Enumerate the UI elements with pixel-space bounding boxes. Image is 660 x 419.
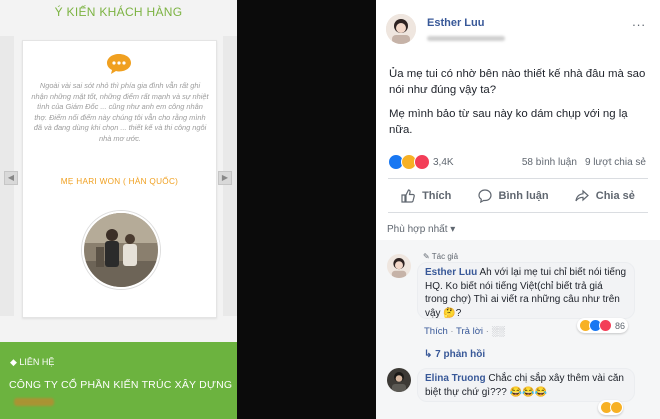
comment-actions: Thích · Trả lời · ░░ [424, 326, 505, 337]
love-reaction-icon [599, 319, 612, 332]
post-options-button[interactable]: ... [632, 14, 646, 29]
shares-count[interactable]: 9 lượt chia sẻ [585, 157, 646, 168]
post-author-avatar[interactable] [386, 14, 416, 44]
carousel-prev-button[interactable]: ◀ [4, 171, 18, 185]
comment-author[interactable]: Esther Luu [425, 267, 477, 278]
website-screenshot: Ý KIẾN KHÁCH HÀNG ◀ ▶ Ngoài vài sai sót … [0, 0, 237, 419]
comment-reaction-count: 86 [615, 320, 626, 331]
post-text-line-2: Mẹ mình bảo từ sau này ko dám chụp với n… [389, 108, 628, 136]
divider [388, 178, 648, 179]
speech-bubble-icon [107, 54, 131, 74]
comment-button[interactable]: Bình luận [477, 189, 549, 203]
site-header: Ý KIẾN KHÁCH HÀNG [0, 0, 237, 28]
facebook-post: Esther Luu ... Ủa mẹ tui có nhờ bên nào … [376, 0, 660, 419]
post-text-line-1: Ủa mẹ tui có nhờ bên nào thiết kế nhà đâ… [389, 68, 646, 96]
comment-avatar[interactable] [387, 368, 411, 392]
comment-reply-link[interactable]: Trả lời [456, 326, 483, 337]
love-reaction-icon [414, 154, 430, 170]
carousel-next-button[interactable]: ▶ [218, 171, 232, 185]
comment-author[interactable]: Elina Truong [425, 373, 486, 384]
wow-reaction-icon [610, 401, 623, 414]
comment-bubble: Elina Truong Chắc chị sắp xây thêm vài c… [417, 368, 635, 402]
post-stats: 58 bình luận 9 lượt chia sẻ [522, 157, 646, 168]
comment-reactions[interactable] [598, 400, 623, 415]
section-title: Ý KIẾN KHÁCH HÀNG [54, 5, 183, 19]
post-date-blurred [427, 33, 505, 43]
comment-reactions[interactable]: 86 [577, 318, 629, 333]
like-button[interactable]: Thích [401, 189, 451, 203]
testimonial-text: Ngoài vài sai sót nhỏ thì phía gia đình … [31, 81, 209, 143]
comment-avatar[interactable] [387, 254, 411, 278]
footer-company-name: CÔNG TY CỔ PHẦN KIẾN TRÚC XÂY DỰNG [9, 379, 233, 391]
share-icon [575, 189, 589, 202]
reaction-count: 3,4K [433, 156, 454, 168]
testimonial-card: Ngoài vài sai sót nhỏ thì phía gia đình … [22, 40, 217, 318]
comment-bubble: Esther Luu Ah với lại mẹ tui chỉ biết nó… [417, 262, 635, 319]
comment-time-blurred: ░░ [491, 326, 505, 337]
thumbs-up-icon [401, 189, 415, 203]
divider [388, 212, 648, 213]
post-author-name[interactable]: Esther Luu [427, 17, 484, 29]
post-actions: Thích Bình luận Chia sẻ [388, 184, 648, 208]
testimonial-photo [82, 211, 160, 289]
reaction-summary[interactable]: 3,4K [388, 154, 454, 170]
view-replies-link[interactable]: ↳ 7 phản hồi [424, 349, 485, 360]
footer-contact-heading: ◆ LIÊN HỆ [10, 357, 55, 367]
blurred-text [14, 398, 54, 406]
comments-count[interactable]: 58 bình luận [522, 157, 577, 168]
comment-icon [477, 189, 492, 203]
site-footer: ◆ LIÊN HỆ CÔNG TY CỔ PHẦN KIẾN TRÚC XÂY … [0, 342, 237, 419]
testimonial-author: MẸ HARI WON ( HÀN QUỐC) [60, 177, 179, 186]
author-tag: ✎ Tác giả [423, 252, 459, 261]
comment-sort-dropdown[interactable]: Phù hợp nhất ▾ [387, 224, 455, 235]
share-button[interactable]: Chia sẻ [575, 189, 635, 203]
comment-like-link[interactable]: Thích [424, 326, 448, 337]
